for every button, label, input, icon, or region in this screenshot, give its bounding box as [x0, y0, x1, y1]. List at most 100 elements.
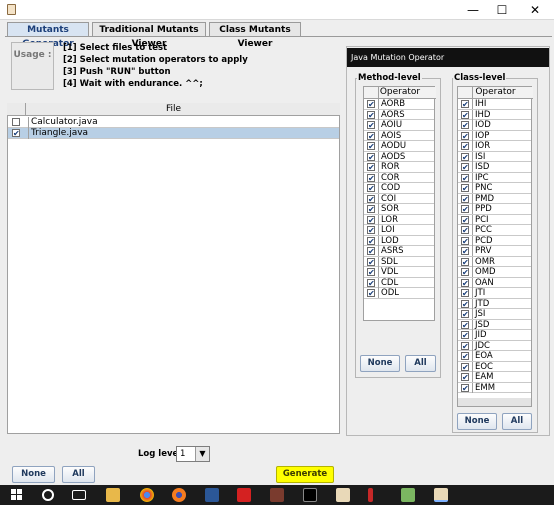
- operator-checkbox[interactable]: ✔: [367, 152, 375, 161]
- operator-row[interactable]: ✔ COD: [364, 183, 434, 194]
- operator-checkbox[interactable]: ✔: [367, 100, 375, 109]
- operator-row[interactable]: ✔ EMM: [458, 382, 531, 393]
- operator-checkbox[interactable]: ✔: [461, 205, 469, 214]
- operator-row[interactable]: ✔ AOIU: [364, 120, 434, 131]
- operator-row[interactable]: ✔ CDL: [364, 277, 434, 288]
- operator-checkbox[interactable]: ✔: [461, 278, 469, 287]
- operator-row[interactable]: ✔ EOC: [458, 361, 531, 372]
- class-scrollbar[interactable]: [458, 398, 531, 406]
- operator-checkbox[interactable]: ✔: [461, 320, 469, 329]
- operator-checkbox[interactable]: ✔: [461, 121, 469, 130]
- operator-row[interactable]: ✔ PNC: [458, 183, 531, 194]
- operator-row[interactable]: ✔ JTI: [458, 288, 531, 299]
- operator-row[interactable]: ✔ JID: [458, 330, 531, 341]
- operator-checkbox[interactable]: ✔: [367, 257, 375, 266]
- operator-row[interactable]: ✔ IPC: [458, 172, 531, 183]
- chevron-down-icon[interactable]: ▼: [195, 447, 209, 461]
- operator-checkbox[interactable]: ✔: [461, 247, 469, 256]
- pdf-icon[interactable]: [237, 488, 251, 502]
- operator-checkbox[interactable]: ✔: [367, 236, 375, 245]
- operator-row[interactable]: ✔ OMD: [458, 267, 531, 278]
- class-operator-table[interactable]: Operator ✔ IHI ✔ IHD ✔ IOD ✔ IOP ✔ IOR ✔ ISI ✔ ISD ✔ IP…: [457, 86, 533, 407]
- operator-row[interactable]: ✔ SOR: [364, 204, 434, 215]
- tab-mutants-generator[interactable]: Mutants Generator: [7, 22, 89, 49]
- operator-row[interactable]: ✔ AORS: [364, 109, 434, 120]
- operator-row[interactable]: ✔ PCD: [458, 235, 531, 246]
- operator-checkbox[interactable]: ✔: [367, 173, 375, 182]
- file-checkbox[interactable]: ✔: [12, 129, 20, 138]
- operator-row[interactable]: ✔ LOI: [364, 225, 434, 236]
- operator-row[interactable]: ✔ IHI: [458, 99, 531, 110]
- file-row[interactable]: Calculator.java: [8, 117, 339, 128]
- operator-row[interactable]: ✔ OAN: [458, 277, 531, 288]
- class-none-button[interactable]: None: [457, 413, 497, 430]
- terminal-icon[interactable]: [303, 488, 317, 502]
- operator-checkbox[interactable]: ✔: [367, 110, 375, 119]
- operator-row[interactable]: ✔ EOA: [458, 351, 531, 362]
- operator-checkbox[interactable]: ✔: [461, 131, 469, 140]
- operator-row[interactable]: ✔ IOR: [458, 141, 531, 152]
- operator-row[interactable]: ✔ ROR: [364, 162, 434, 173]
- file-table[interactable]: [7, 103, 340, 434]
- operator-row[interactable]: ✔ SDL: [364, 256, 434, 267]
- operator-checkbox[interactable]: ✔: [367, 268, 375, 277]
- operator-row[interactable]: ✔ JSD: [458, 319, 531, 330]
- operator-checkbox[interactable]: ✔: [461, 299, 469, 308]
- operator-checkbox[interactable]: ✔: [461, 110, 469, 119]
- operator-row[interactable]: ✔ LOR: [364, 214, 434, 225]
- operator-checkbox[interactable]: ✔: [461, 236, 469, 245]
- files-all-button[interactable]: All: [62, 466, 95, 483]
- operator-row[interactable]: ✔ IOP: [458, 130, 531, 141]
- operator-row[interactable]: ✔ PPD: [458, 204, 531, 215]
- operator-checkbox[interactable]: ✔: [367, 121, 375, 130]
- operator-checkbox[interactable]: ✔: [461, 215, 469, 224]
- operator-checkbox[interactable]: ✔: [461, 257, 469, 266]
- operator-row[interactable]: ✔ ODL: [364, 288, 434, 299]
- method-operator-table[interactable]: Operator ✔ AORB ✔ AORS ✔ AOIU ✔ AOIS ✔ AODU ✔ AODS ✔…: [363, 86, 436, 321]
- task-view-icon[interactable]: [72, 490, 86, 500]
- operator-row[interactable]: ✔ IOD: [458, 120, 531, 131]
- operator-checkbox[interactable]: ✔: [461, 142, 469, 151]
- operator-checkbox[interactable]: ✔: [461, 352, 469, 361]
- operator-row[interactable]: ✔ PCI: [458, 214, 531, 225]
- close-button[interactable]: ✕: [520, 0, 550, 20]
- operator-checkbox[interactable]: ✔: [367, 289, 375, 298]
- operator-checkbox[interactable]: ✔: [461, 152, 469, 161]
- operator-checkbox[interactable]: ✔: [461, 362, 469, 371]
- settings-icon[interactable]: [270, 488, 284, 502]
- operator-checkbox[interactable]: ✔: [461, 289, 469, 298]
- operator-checkbox[interactable]: ✔: [461, 383, 469, 392]
- operator-checkbox[interactable]: ✔: [367, 215, 375, 224]
- operator-row[interactable]: ✔ PCC: [458, 225, 531, 236]
- operator-row[interactable]: ✔ PMD: [458, 193, 531, 204]
- operator-row[interactable]: ✔ COR: [364, 172, 434, 183]
- operator-checkbox[interactable]: ✔: [461, 268, 469, 277]
- file-explorer-icon[interactable]: [106, 488, 120, 502]
- method-none-button[interactable]: None: [360, 355, 400, 372]
- operator-checkbox[interactable]: ✔: [461, 184, 469, 193]
- chrome-icon[interactable]: [140, 488, 154, 502]
- operator-checkbox[interactable]: ✔: [461, 163, 469, 172]
- operator-checkbox[interactable]: ✔: [461, 226, 469, 235]
- operator-checkbox[interactable]: ✔: [367, 278, 375, 287]
- operator-row[interactable]: ✔ ISD: [458, 162, 531, 173]
- class-all-button[interactable]: All: [502, 413, 532, 430]
- operator-row[interactable]: ✔ AODU: [364, 141, 434, 152]
- operator-row[interactable]: ✔ JSI: [458, 309, 531, 320]
- operator-checkbox[interactable]: ✔: [461, 173, 469, 182]
- operator-checkbox[interactable]: ✔: [367, 163, 375, 172]
- files-none-button[interactable]: None: [12, 466, 55, 483]
- search-circle-icon[interactable]: [42, 489, 54, 501]
- operator-checkbox[interactable]: ✔: [367, 205, 375, 214]
- operator-row[interactable]: ✔ AODS: [364, 151, 434, 162]
- operator-row[interactable]: ✔ LOD: [364, 235, 434, 246]
- tab-traditional-mutants-viewer[interactable]: Traditional Mutants Viewer: [92, 22, 206, 49]
- operator-checkbox[interactable]: ✔: [461, 331, 469, 340]
- operator-checkbox[interactable]: ✔: [367, 184, 375, 193]
- operator-row[interactable]: ✔ OMR: [458, 256, 531, 267]
- operator-checkbox[interactable]: ✔: [367, 131, 375, 140]
- file-row[interactable]: ✔ Triangle.java: [8, 128, 339, 139]
- operator-row[interactable]: ✔ PRV: [458, 246, 531, 257]
- operator-checkbox[interactable]: ✔: [367, 226, 375, 235]
- operator-row[interactable]: ✔ ISI: [458, 151, 531, 162]
